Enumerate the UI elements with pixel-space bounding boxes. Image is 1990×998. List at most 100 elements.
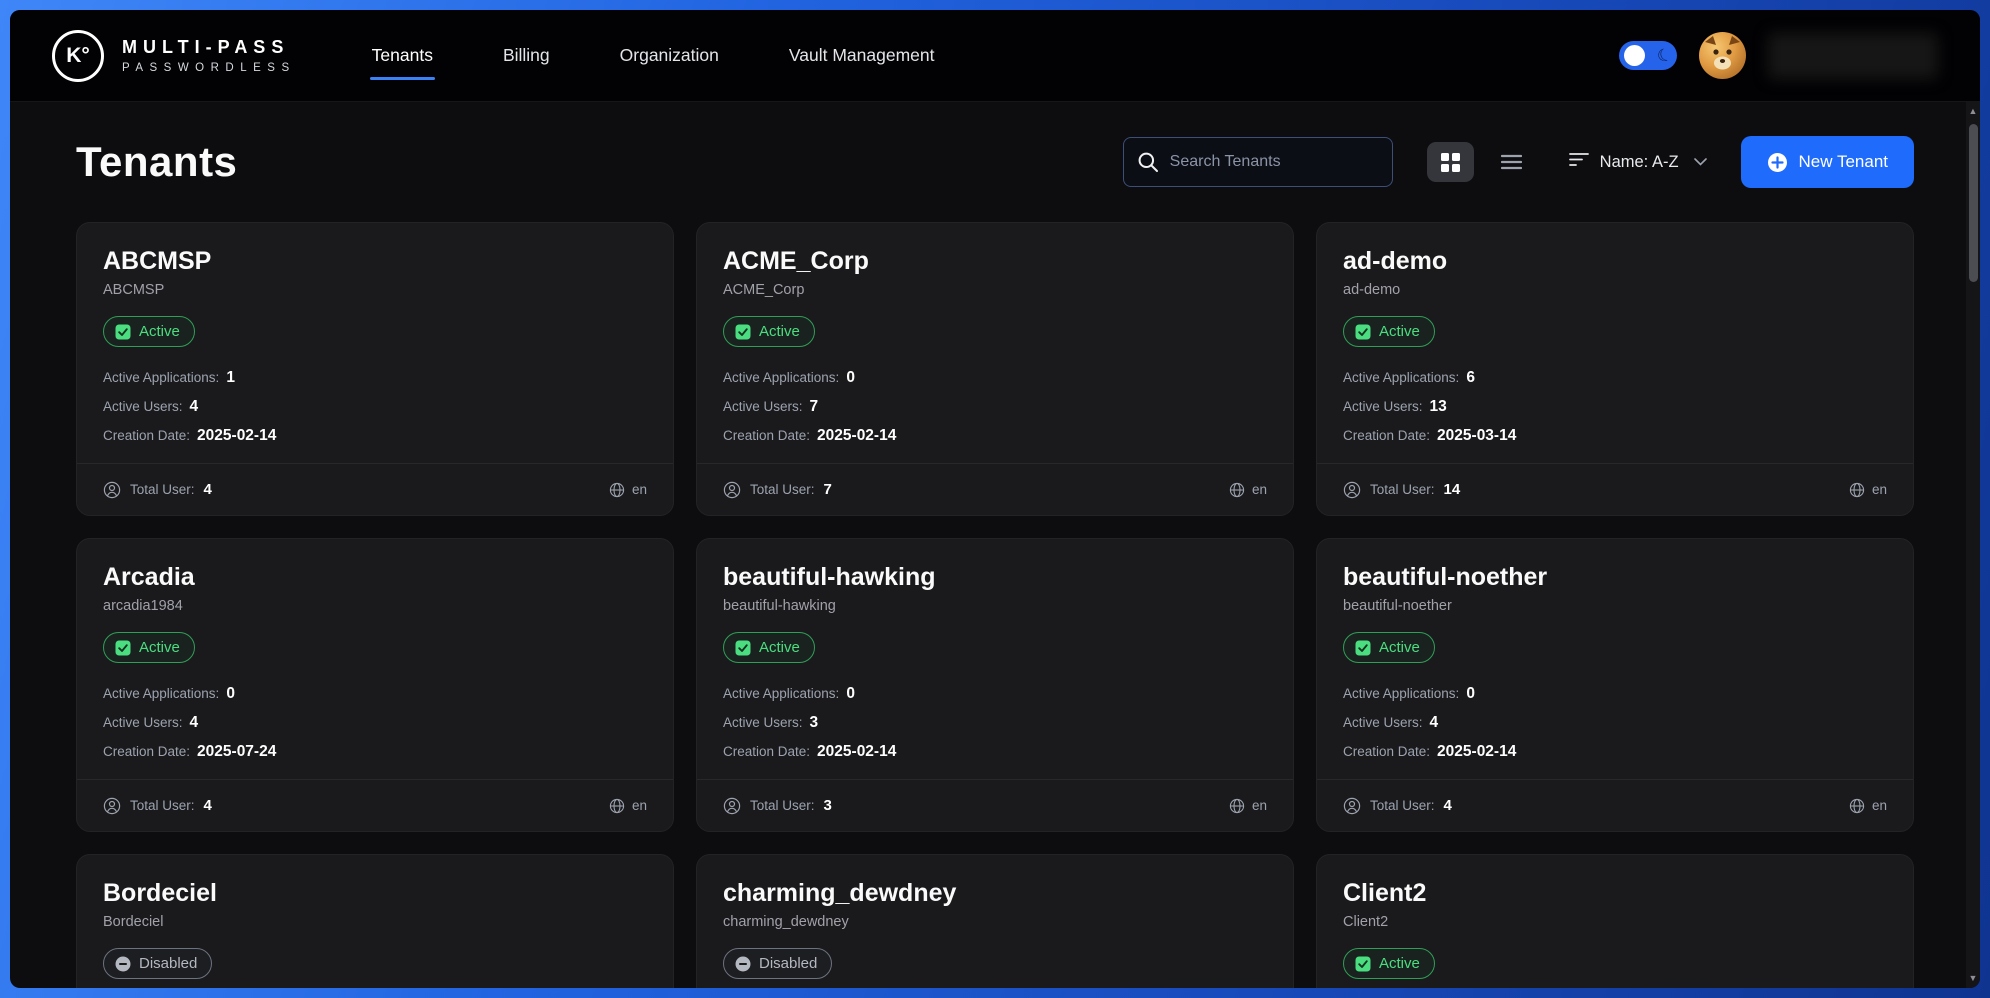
status-label: Disabled (139, 955, 197, 972)
locale-label: en (1252, 482, 1267, 497)
globe-icon (1229, 482, 1245, 498)
status-badge: Disabled (723, 948, 832, 979)
main-nav: Tenants Billing Organization Vault Manag… (370, 10, 937, 101)
stat-active-applications: Active Applications: 6 (1343, 369, 1887, 387)
tenant-slug: arcadia1984 (103, 598, 647, 614)
theme-toggle[interactable]: ☾ (1619, 41, 1677, 70)
tenant-name: charming_dewdney (723, 879, 1267, 908)
stat-creation-date: Creation Date: 2025-02-14 (103, 427, 647, 445)
nav-item-tenants[interactable]: Tenants (370, 37, 435, 74)
tenant-name: ACME_Corp (723, 247, 1267, 276)
user-avatar[interactable] (1699, 32, 1746, 79)
tenant-card-body: ACME_Corp ACME_Corp Active Act (697, 223, 1293, 445)
tenant-card-footer: Total User: 3 en (697, 779, 1293, 831)
stat-active-applications: Active Applications: 0 (723, 685, 1267, 703)
total-user: Total User: 7 (723, 481, 832, 499)
check-square-icon (1355, 324, 1371, 340)
tenant-card-body: beautiful-noether beautiful-noether Acti… (1317, 539, 1913, 761)
brand-logo-icon: K° (52, 30, 104, 82)
scroll-up-arrow[interactable]: ▲ (1969, 102, 1978, 121)
tenant-card-footer: Total User: 4 en (1317, 779, 1913, 831)
search-input[interactable] (1123, 137, 1393, 187)
tenant-card-body: Bordeciel Bordeciel Disabled A (77, 855, 673, 988)
stat-creation-date: Creation Date: 2025-02-14 (723, 427, 1267, 445)
tenant-name: beautiful-noether (1343, 563, 1887, 592)
toggle-knob (1624, 45, 1645, 66)
check-square-icon (735, 324, 751, 340)
tenant-slug: beautiful-hawking (723, 598, 1267, 614)
user-circle-icon (103, 481, 121, 499)
tenant-stats: Active Applications: 1 Active Users: 4 C… (103, 369, 647, 445)
tenant-card-body: Arcadia arcadia1984 Active Act (77, 539, 673, 761)
stat-active-users: Active Users: 13 (1343, 398, 1887, 416)
tenant-name: Bordeciel (103, 879, 647, 908)
scrollbar[interactable]: ▲ ▼ (1966, 102, 1980, 988)
tenant-card-footer: Total User: 4 en (77, 779, 673, 831)
scroll-down-arrow[interactable]: ▼ (1969, 969, 1978, 988)
total-user: Total User: 4 (103, 481, 212, 499)
grid-view-button[interactable] (1427, 142, 1474, 182)
tenant-slug: ACME_Corp (723, 282, 1267, 298)
user-circle-icon (723, 797, 741, 815)
tenant-grid: ABCMSP ABCMSP Active Active Ap (76, 222, 1914, 988)
tenant-card[interactable]: ad-demo ad-demo Active Active (1316, 222, 1914, 516)
main-content: Tenants (10, 102, 1980, 988)
tenant-name: beautiful-hawking (723, 563, 1267, 592)
brand-tagline: PASSWORDLESS (122, 62, 296, 74)
user-circle-icon (1343, 481, 1361, 499)
nav-item-organization[interactable]: Organization (618, 37, 721, 74)
nav-item-billing[interactable]: Billing (501, 37, 552, 74)
stat-creation-date: Creation Date: 2025-03-14 (1343, 427, 1887, 445)
user-name-redacted (1768, 33, 1938, 79)
view-toggles (1427, 142, 1535, 182)
avatar-face-icon (1699, 32, 1746, 79)
page-title: Tenants (76, 138, 237, 186)
chevron-down-icon (1694, 153, 1707, 171)
tenant-card[interactable]: Client2 Client2 Active Active (1316, 854, 1914, 988)
sort-dropdown[interactable]: Name: A-Z (1569, 152, 1707, 172)
minus-circle-icon (735, 956, 751, 972)
tenant-card-body: charming_dewdney charming_dewdney Disabl… (697, 855, 1293, 988)
locale-label: en (1252, 798, 1267, 813)
user-circle-icon (723, 481, 741, 499)
total-user: Total User: 3 (723, 797, 832, 815)
stat-active-users: Active Users: 4 (103, 714, 647, 732)
locale-indicator: en (1229, 798, 1267, 814)
check-square-icon (1355, 640, 1371, 656)
nav-item-vault-management[interactable]: Vault Management (787, 37, 937, 74)
scrollbar-thumb[interactable] (1969, 124, 1978, 282)
tenant-card[interactable]: beautiful-noether beautiful-noether Acti… (1316, 538, 1914, 832)
top-navbar: K° MULTI-PASS PASSWORDLESS Tenants Billi… (10, 10, 1980, 102)
tenant-stats: Active Applications: 0 Active Users: 4 C… (1343, 685, 1887, 761)
tenant-card-footer: Total User: 7 en (697, 463, 1293, 515)
status-label: Active (1379, 955, 1420, 972)
status-label: Active (139, 323, 180, 340)
tenant-name: ABCMSP (103, 247, 647, 276)
status-badge: Active (723, 632, 815, 663)
tenant-card[interactable]: beautiful-hawking beautiful-hawking Acti… (696, 538, 1294, 832)
locale-label: en (1872, 482, 1887, 497)
tenant-slug: beautiful-noether (1343, 598, 1887, 614)
stat-active-applications: Active Applications: 1 (103, 369, 647, 387)
brand-name: MULTI-PASS (122, 37, 296, 58)
globe-icon (1229, 798, 1245, 814)
tenant-stats: Active Applications: 0 Active Users: 3 C… (723, 685, 1267, 761)
tenant-card[interactable]: charming_dewdney charming_dewdney Disabl… (696, 854, 1294, 988)
stat-active-users: Active Users: 4 (103, 398, 647, 416)
tenant-card-body: beautiful-hawking beautiful-hawking Acti… (697, 539, 1293, 761)
total-user: Total User: 14 (1343, 481, 1460, 499)
stat-active-applications: Active Applications: 0 (1343, 685, 1887, 703)
grid-icon (1441, 153, 1460, 172)
list-view-button[interactable] (1488, 142, 1535, 182)
tenant-card[interactable]: Bordeciel Bordeciel Disabled A (76, 854, 674, 988)
app-window: K° MULTI-PASS PASSWORDLESS Tenants Billi… (10, 10, 1980, 988)
status-label: Active (1379, 323, 1420, 340)
new-tenant-button[interactable]: New Tenant (1741, 136, 1914, 188)
tenant-card[interactable]: ABCMSP ABCMSP Active Active Ap (76, 222, 674, 516)
sort-label: Name: A-Z (1600, 153, 1679, 172)
search-icon (1136, 150, 1160, 179)
tenant-card[interactable]: ACME_Corp ACME_Corp Active Act (696, 222, 1294, 516)
tenant-card[interactable]: Arcadia arcadia1984 Active Act (76, 538, 674, 832)
status-label: Active (139, 639, 180, 656)
tenant-stats: Active Applications: 0 Active Users: 7 C… (723, 369, 1267, 445)
